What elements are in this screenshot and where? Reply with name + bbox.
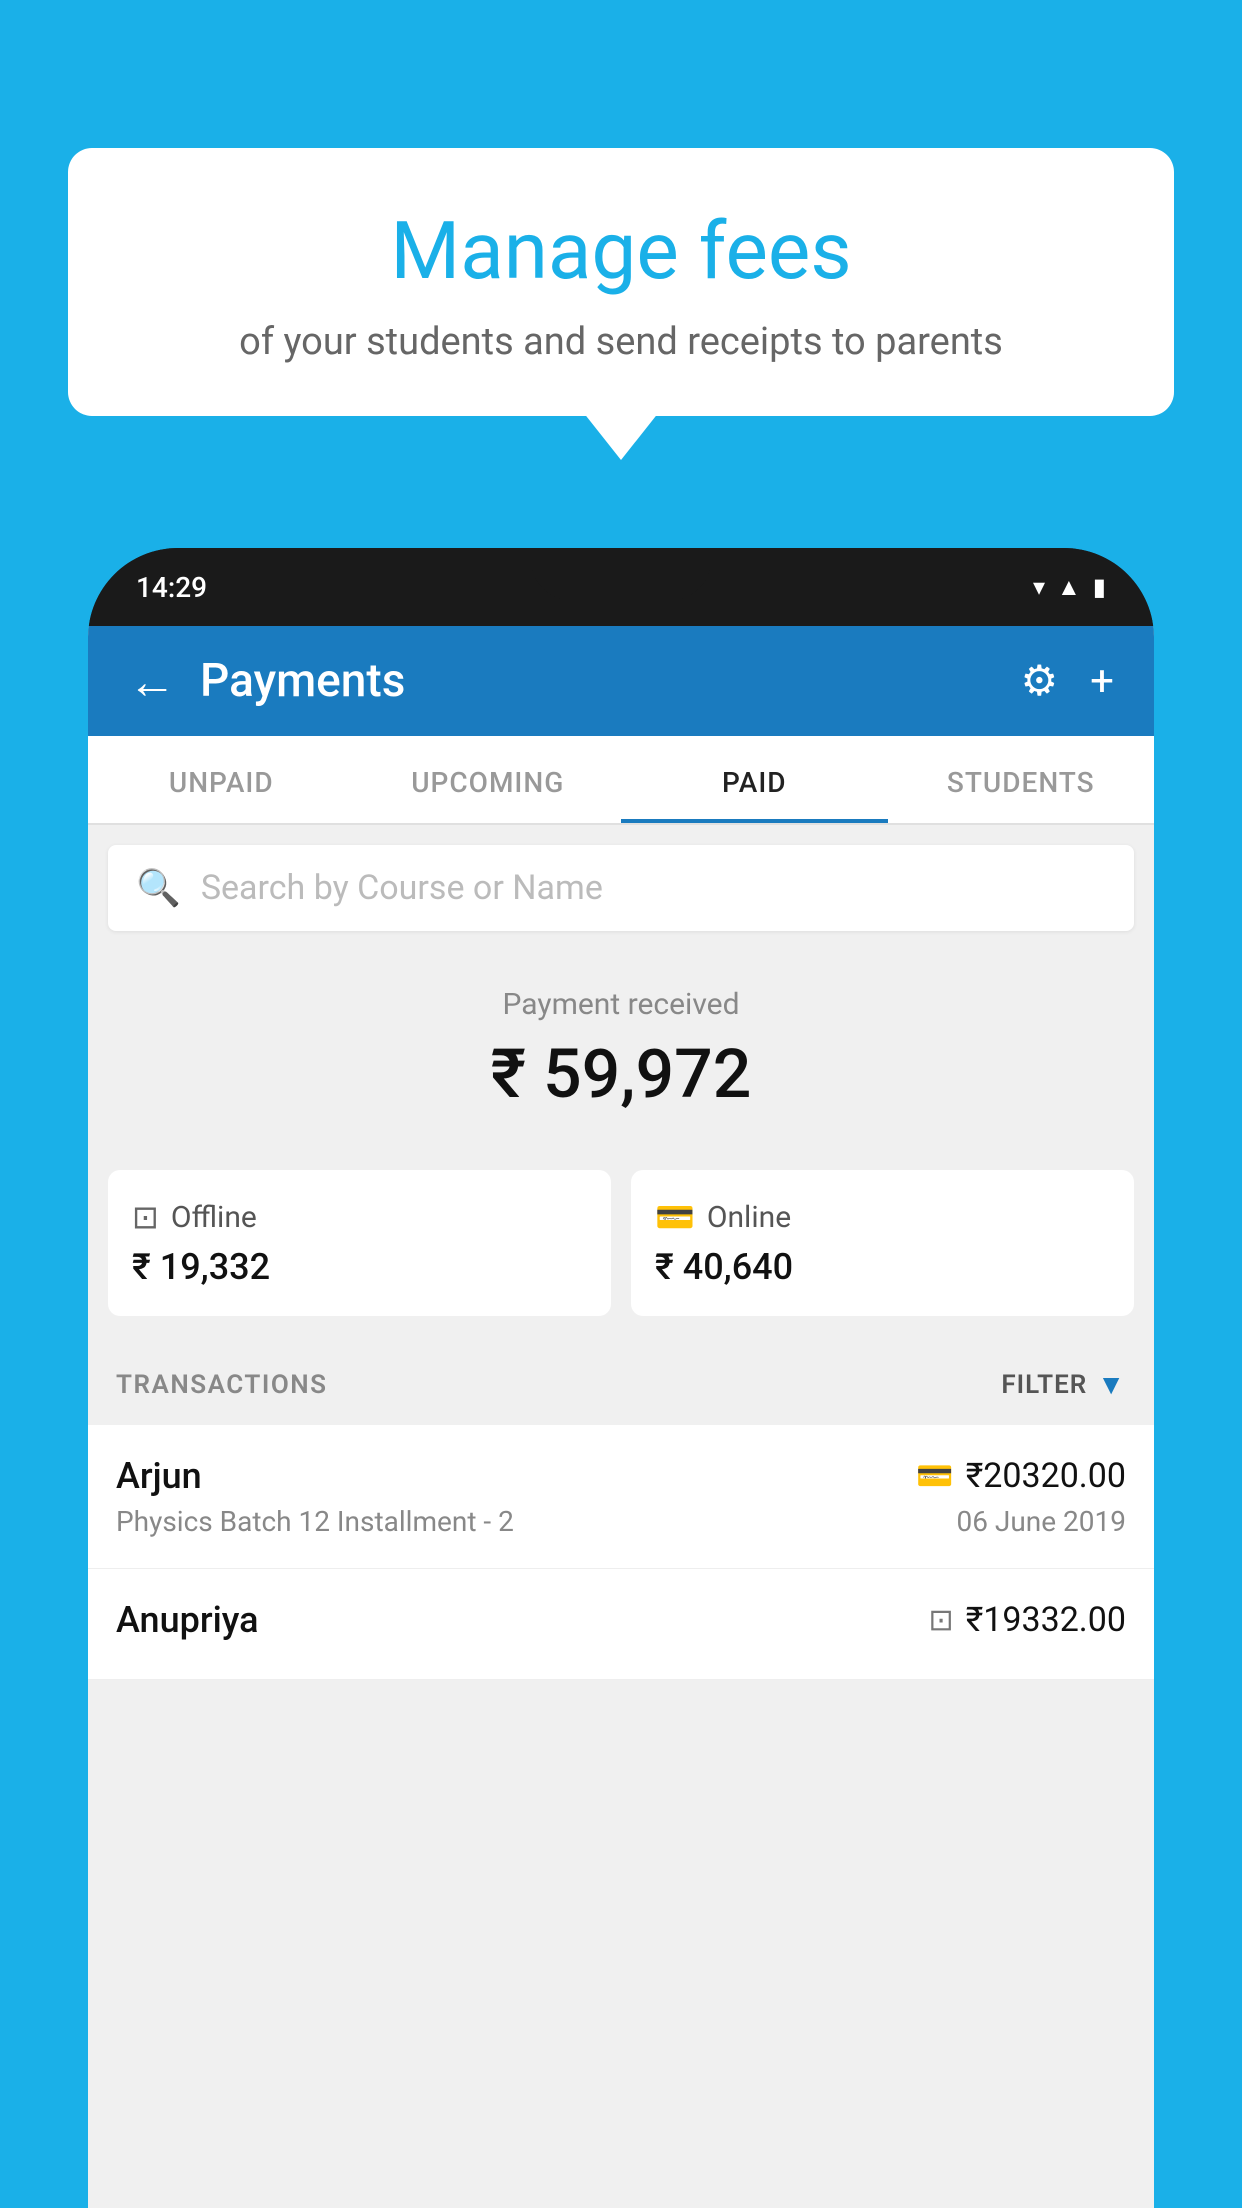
search-icon: 🔍	[136, 867, 181, 909]
app-bar: ← Payments ⚙ +	[88, 626, 1154, 736]
transaction-date: 06 June 2019	[956, 1505, 1126, 1538]
card-icon: 💳	[655, 1198, 695, 1236]
transaction-name-2: Anupriya	[116, 1599, 259, 1641]
offline-card: ⊡ Offline ₹ 19,332	[108, 1170, 611, 1316]
tab-students[interactable]: STUDENTS	[888, 736, 1155, 823]
transaction-offline-icon: ⊡	[929, 1603, 954, 1638]
payment-received-label: Payment received	[128, 987, 1114, 1022]
speech-bubble-card: Manage fees of your students and send re…	[68, 148, 1174, 416]
transaction-course: Physics Batch 12 Installment - 2	[116, 1505, 514, 1538]
online-card-header: 💳 Online	[655, 1198, 1110, 1236]
transaction-amount-wrapper: 💳 ₹20320.00	[916, 1456, 1126, 1496]
payment-summary: Payment received ₹ 59,972	[88, 951, 1154, 1170]
transaction-bottom: Physics Batch 12 Installment - 2 06 June…	[116, 1505, 1126, 1538]
status-bar: 14:29 ▾ ▲ ▮	[88, 548, 1154, 626]
speech-bubble-title: Manage fees	[116, 204, 1126, 298]
offline-label: Offline	[171, 1200, 257, 1235]
tab-unpaid[interactable]: UNPAID	[88, 736, 355, 823]
offline-icon: ⊡	[132, 1198, 159, 1236]
offline-card-header: ⊡ Offline	[132, 1198, 587, 1236]
tab-upcoming[interactable]: UPCOMING	[355, 736, 622, 823]
offline-amount: ₹ 19,332	[132, 1246, 587, 1288]
add-icon[interactable]: +	[1090, 657, 1114, 706]
transaction-top-2: Anupriya ⊡ ₹19332.00	[116, 1599, 1126, 1641]
search-bar[interactable]: 🔍 Search by Course or Name	[108, 845, 1134, 931]
online-card: 💳 Online ₹ 40,640	[631, 1170, 1134, 1316]
phone-screen: ← Payments ⚙ + UNPAID UPCOMING PAID STUD…	[88, 626, 1154, 2208]
online-amount: ₹ 40,640	[655, 1246, 1110, 1288]
transaction-top: Arjun 💳 ₹20320.00	[116, 1455, 1126, 1497]
app-bar-title: Payments	[200, 654, 1021, 708]
online-label: Online	[707, 1200, 791, 1235]
wifi-icon: ▾	[1033, 573, 1045, 601]
transactions-header: TRANSACTIONS FILTER ▼	[88, 1344, 1154, 1425]
transactions-label: TRANSACTIONS	[116, 1370, 328, 1400]
status-time: 14:29	[136, 571, 207, 604]
search-placeholder: Search by Course or Name	[201, 868, 603, 908]
transaction-row[interactable]: Arjun 💳 ₹20320.00 Physics Batch 12 Insta…	[88, 1425, 1154, 1569]
status-icons: ▾ ▲ ▮	[1033, 573, 1106, 602]
phone-frame: 14:29 ▾ ▲ ▮ ← Payments ⚙ + UNPAID UPCOMI…	[88, 548, 1154, 2208]
battery-icon: ▮	[1093, 573, 1106, 601]
payment-total-amount: ₹ 59,972	[128, 1034, 1114, 1114]
back-button[interactable]: ←	[128, 653, 176, 710]
payment-cards: ⊡ Offline ₹ 19,332 💳 Online ₹ 40,640	[88, 1170, 1154, 1344]
transaction-card-icon: 💳	[916, 1459, 953, 1494]
transaction-row[interactable]: Anupriya ⊡ ₹19332.00	[88, 1569, 1154, 1680]
signal-icon: ▲	[1057, 573, 1081, 602]
tab-paid[interactable]: PAID	[621, 736, 888, 823]
filter-label: FILTER	[1001, 1370, 1087, 1400]
app-bar-actions: ⚙ +	[1021, 656, 1115, 706]
transaction-amount-2: ₹19332.00	[966, 1600, 1126, 1640]
filter-button[interactable]: FILTER ▼	[1001, 1368, 1126, 1401]
transaction-amount-wrapper-2: ⊡ ₹19332.00	[929, 1600, 1126, 1640]
speech-bubble-subtitle: of your students and send receipts to pa…	[116, 320, 1126, 364]
settings-icon[interactable]: ⚙	[1021, 656, 1059, 706]
transaction-name: Arjun	[116, 1455, 202, 1497]
filter-icon: ▼	[1097, 1368, 1126, 1401]
tabs-bar: UNPAID UPCOMING PAID STUDENTS	[88, 736, 1154, 825]
transaction-amount: ₹20320.00	[966, 1456, 1126, 1496]
